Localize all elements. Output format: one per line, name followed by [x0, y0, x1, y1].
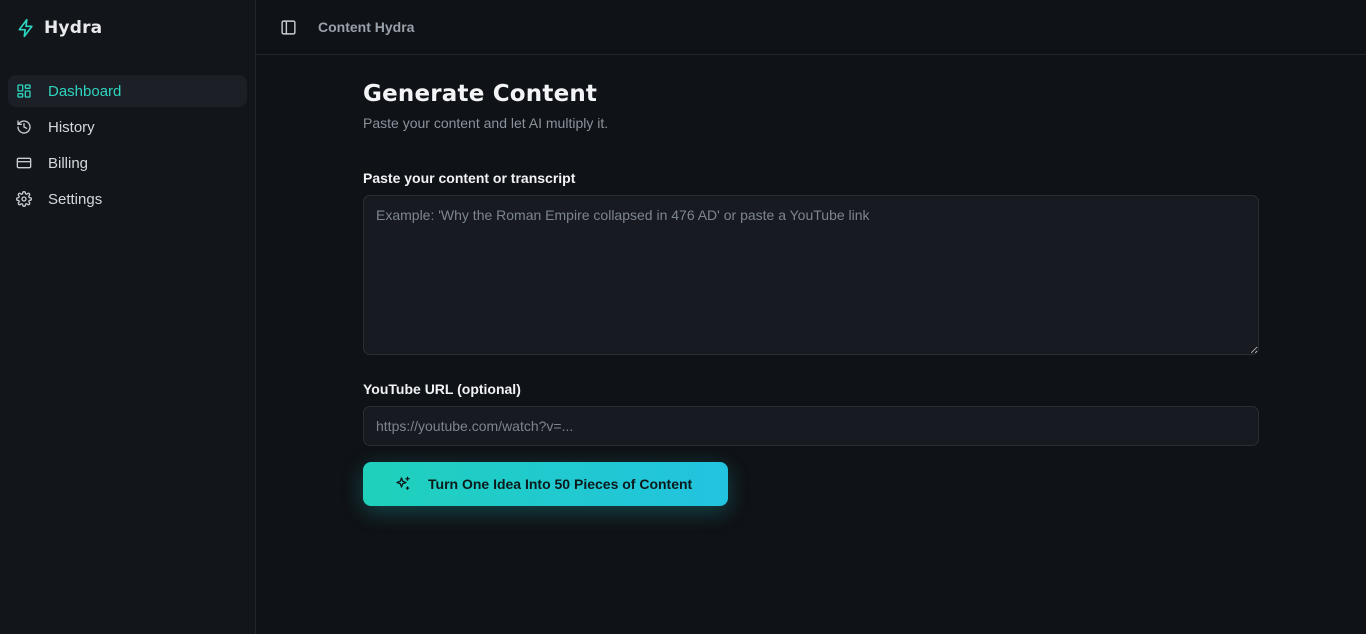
gear-icon	[16, 191, 32, 207]
sidebar-item-label: Dashboard	[48, 82, 122, 100]
credit-card-icon	[16, 155, 32, 171]
generate-content-section: Generate Content Paste your content and …	[256, 55, 1259, 506]
brand[interactable]: Hydra	[8, 0, 247, 56]
content-field-label: Paste your content or transcript	[363, 170, 576, 186]
page-title: Generate Content	[363, 81, 598, 107]
sidebar-item-billing[interactable]: Billing	[8, 147, 247, 179]
content-textarea[interactable]	[363, 195, 1259, 355]
sidebar-nav: Dashboard History Billing Settings	[8, 75, 247, 215]
sidebar-item-label: History	[48, 118, 95, 136]
sidebar-item-label: Billing	[48, 154, 89, 172]
youtube-url-input[interactable]	[363, 406, 1259, 446]
topbar: Content Hydra	[256, 0, 1366, 55]
history-icon	[16, 119, 32, 135]
sidebar-toggle-button[interactable]	[278, 17, 298, 37]
sidebar-item-history[interactable]: History	[8, 111, 247, 143]
sparkles-icon	[394, 475, 412, 493]
app-root: Hydra Dashboard History Billing Settings…	[0, 0, 1366, 634]
generate-content-button-label: Turn One Idea Into 50 Pieces of Content	[428, 476, 693, 492]
sidebar-item-dashboard[interactable]: Dashboard	[8, 75, 247, 107]
panel-left-icon	[280, 19, 297, 36]
lightning-bolt-icon	[16, 18, 36, 38]
breadcrumb: Content Hydra	[318, 19, 415, 35]
brand-name: Hydra	[44, 18, 103, 38]
youtube-url-label: YouTube URL (optional)	[363, 381, 521, 397]
main-area: Content Hydra Generate Content Paste you…	[256, 0, 1366, 634]
page-subtitle: Paste your content and let AI multiply i…	[363, 115, 609, 131]
sidebar: Hydra Dashboard History Billing Settings	[0, 0, 256, 634]
dashboard-icon	[16, 83, 32, 99]
sidebar-item-settings[interactable]: Settings	[8, 183, 247, 215]
generate-content-button[interactable]: Turn One Idea Into 50 Pieces of Content	[363, 462, 728, 506]
sidebar-item-label: Settings	[48, 190, 103, 208]
